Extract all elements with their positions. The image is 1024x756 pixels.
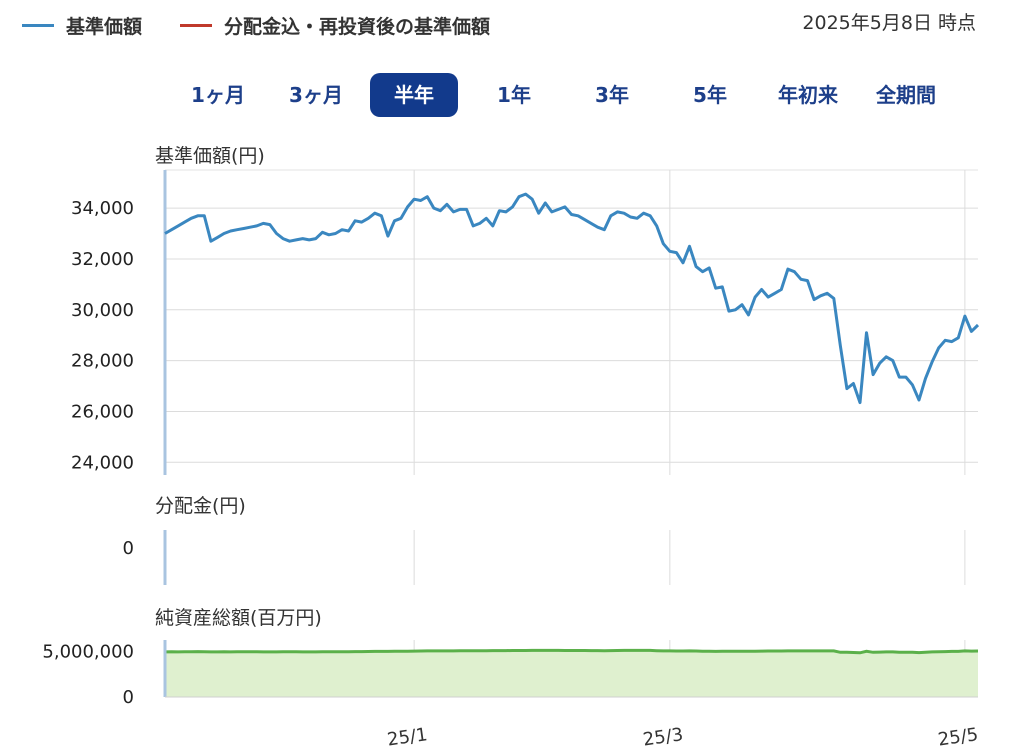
net-assets-y-tick-label: 5,000,000: [42, 641, 134, 662]
nav-y-tick-label: 32,000: [71, 249, 134, 270]
net-assets-area-fill: [165, 650, 978, 697]
nav-y-tick-label: 34,000: [71, 198, 134, 219]
x-axis-tick-label: 25/1: [386, 724, 429, 750]
x-axis-tick-label: 25/3: [642, 724, 685, 750]
nav-y-tick-label: 30,000: [71, 300, 134, 321]
nav-y-tick-label: 26,000: [71, 401, 134, 422]
nav-y-tick-label: 24,000: [71, 452, 134, 473]
net-assets-y-tick-label: 0: [123, 687, 134, 708]
nav-y-tick-label: 28,000: [71, 351, 134, 372]
nav-series-line: [164, 192, 980, 405]
x-axis-tick-label: 25/5: [937, 724, 980, 750]
distribution-y-tick-label: 0: [123, 538, 134, 559]
fund-chart[interactable]: 24,000 26,000 28,000 30,000 32,000 34,000 0 0 5,…: [0, 0, 1024, 756]
